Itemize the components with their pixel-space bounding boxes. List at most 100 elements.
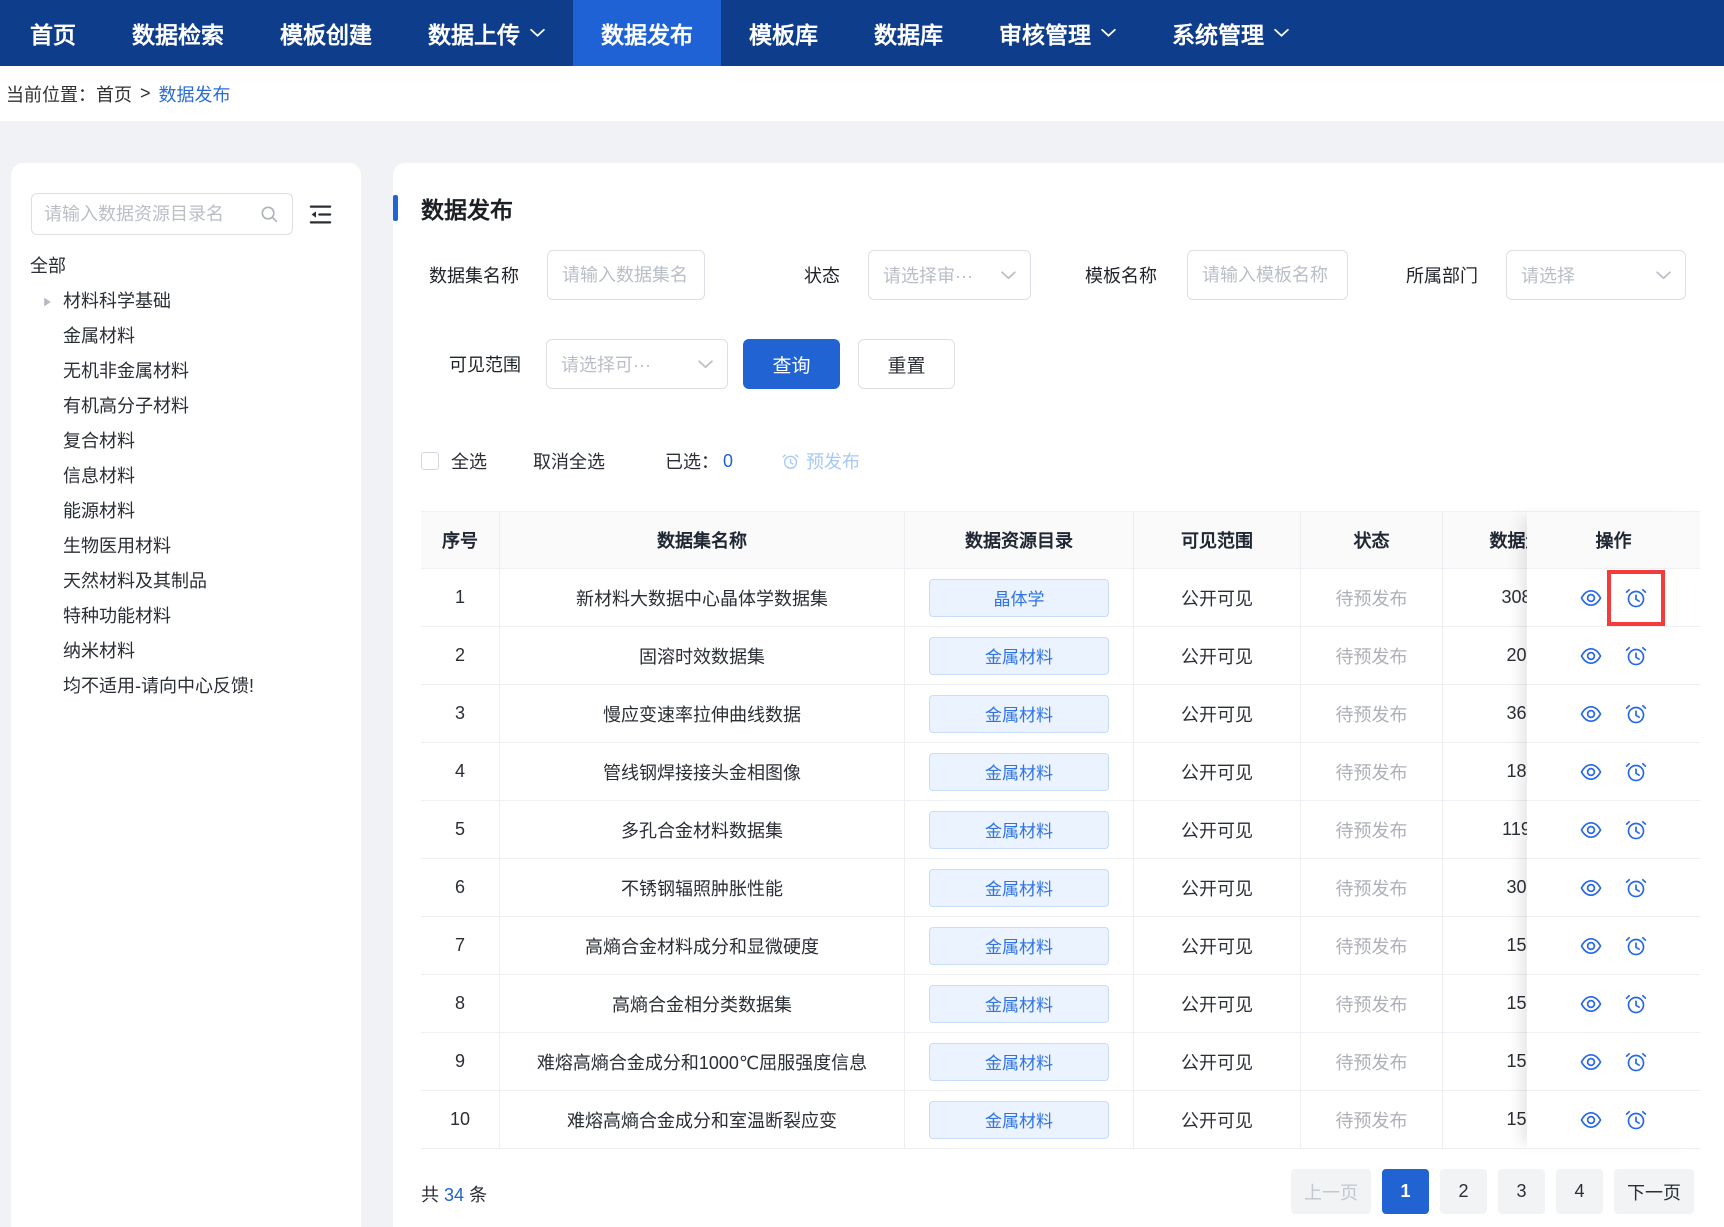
schedule-publish-icon[interactable]: [1624, 1108, 1648, 1132]
cell-index: 5: [421, 801, 500, 858]
sidebar-tree-item-label: 金属材料: [63, 326, 135, 346]
table-scroll-area[interactable]: 序号 数据集名称 数据资源目录 可见范围 状态 数据量 1 新材料大数据中心晶体…: [421, 511, 1527, 1149]
cell-catalog: 金属材料: [905, 975, 1134, 1032]
status-select[interactable]: 请选择审···: [868, 250, 1031, 300]
table-row: 9 难熔高熵合金成分和1000℃屈服强度信息 金属材料 公开可见 待预发布 15: [421, 1033, 1527, 1091]
catalog-tag[interactable]: 金属材料: [929, 1043, 1109, 1081]
nav-item[interactable]: 模板库: [721, 0, 846, 66]
sidebar-tree-item[interactable]: 全部: [11, 249, 361, 284]
prev-page-button[interactable]: 上一页: [1291, 1169, 1371, 1214]
page-button-1[interactable]: 1: [1382, 1169, 1429, 1214]
sidebar-tree-item[interactable]: 均不适用-请向中心反馈!: [11, 669, 361, 704]
department-select[interactable]: 请选择: [1506, 250, 1686, 300]
catalog-tag[interactable]: 金属材料: [929, 811, 1109, 849]
col-header-dataset-name: 数据集名称: [500, 512, 905, 568]
sidebar-tree-item[interactable]: 能源材料: [11, 494, 361, 529]
cell-status: 待预发布: [1301, 1033, 1443, 1090]
cell-count: 15: [1443, 975, 1527, 1032]
schedule-publish-icon[interactable]: [1624, 644, 1648, 668]
cell-dataset-name: 多孔合金材料数据集: [500, 801, 905, 858]
nav-item-label: 审核管理: [999, 16, 1091, 50]
cell-catalog: 金属材料: [905, 685, 1134, 742]
cell-index: 9: [421, 1033, 500, 1090]
nav-item[interactable]: 系统管理: [1144, 0, 1317, 66]
nav-item[interactable]: 模板创建: [252, 0, 400, 66]
view-icon[interactable]: [1579, 702, 1603, 726]
breadcrumb-current[interactable]: 数据发布: [159, 81, 231, 107]
sidebar-tree-item[interactable]: 生物医用材料: [11, 529, 361, 564]
catalog-tag[interactable]: 金属材料: [929, 869, 1109, 907]
cell-catalog: 金属材料: [905, 801, 1134, 858]
nav-item[interactable]: 数据检索: [104, 0, 252, 66]
main-panel: 数据发布 数据集名称 状态 请选择审··· 模板名称 所属部门 请选择 可见范围…: [393, 163, 1724, 1227]
view-icon[interactable]: [1579, 1108, 1603, 1132]
view-icon[interactable]: [1579, 760, 1603, 784]
dataset-name-label: 数据集名称: [429, 262, 519, 288]
view-icon[interactable]: [1579, 586, 1603, 610]
sidebar-tree-item[interactable]: 材料科学基础: [11, 284, 361, 319]
catalog-tag[interactable]: 金属材料: [929, 985, 1109, 1023]
sidebar-tree-item[interactable]: 无机非金属材料: [11, 354, 361, 389]
dataset-name-input[interactable]: [547, 250, 705, 300]
sidebar-tree-item[interactable]: 复合材料: [11, 424, 361, 459]
schedule-publish-icon[interactable]: [1624, 1050, 1648, 1074]
select-all-label[interactable]: 全选: [451, 448, 487, 474]
prepublish-button[interactable]: 预发布: [781, 448, 860, 474]
catalog-search-input[interactable]: [44, 204, 258, 225]
view-icon[interactable]: [1579, 934, 1603, 958]
page-button-4[interactable]: 4: [1556, 1169, 1603, 1214]
sidebar-tree-item[interactable]: 有机高分子材料: [11, 389, 361, 424]
view-icon[interactable]: [1579, 1050, 1603, 1074]
schedule-publish-icon[interactable]: [1624, 702, 1648, 726]
view-icon[interactable]: [1579, 876, 1603, 900]
sidebar-tree-item[interactable]: 天然材料及其制品: [11, 564, 361, 599]
catalog-tag[interactable]: 金属材料: [929, 753, 1109, 791]
sidebar-tree-item[interactable]: 特种功能材料: [11, 599, 361, 634]
schedule-publish-icon[interactable]: [1624, 934, 1648, 958]
visibility-select[interactable]: 请选择可···: [546, 339, 728, 389]
query-button[interactable]: 查询: [743, 339, 840, 389]
view-icon[interactable]: [1579, 992, 1603, 1016]
nav-item[interactable]: 首页: [2, 0, 104, 66]
catalog-tag[interactable]: 金属材料: [929, 1101, 1109, 1139]
schedule-publish-icon[interactable]: [1624, 586, 1648, 610]
nav-item[interactable]: 数据上传: [400, 0, 573, 66]
sidebar-tree-item-label: 无机非金属材料: [63, 361, 189, 381]
page-button-3[interactable]: 3: [1498, 1169, 1545, 1214]
view-icon[interactable]: [1579, 818, 1603, 842]
chevron-down-icon: [698, 360, 713, 369]
catalog-tag[interactable]: 金属材料: [929, 695, 1109, 733]
search-icon[interactable]: [258, 203, 280, 225]
nav-item[interactable]: 数据库: [846, 0, 971, 66]
sidebar-tree-item[interactable]: 信息材料: [11, 459, 361, 494]
cell-catalog: 金属材料: [905, 1091, 1134, 1148]
schedule-publish-icon[interactable]: [1624, 876, 1648, 900]
cell-catalog: 金属材料: [905, 1033, 1134, 1090]
sidebar-tree-item-label: 复合材料: [63, 431, 135, 451]
sidebar-tree-item-label: 天然材料及其制品: [63, 571, 207, 591]
template-name-input[interactable]: [1187, 250, 1348, 300]
reset-button[interactable]: 重置: [858, 339, 955, 389]
next-page-button[interactable]: 下一页: [1614, 1169, 1694, 1214]
nav-item-label: 数据上传: [428, 16, 520, 50]
view-icon[interactable]: [1579, 644, 1603, 668]
deselect-all-button[interactable]: 取消全选: [533, 448, 605, 474]
operation-column-body: [1527, 569, 1700, 1149]
catalog-tag[interactable]: 晶体学: [929, 579, 1109, 617]
nav-item[interactable]: 审核管理: [971, 0, 1144, 66]
table-body: 1 新材料大数据中心晶体学数据集 晶体学 公开可见 待预发布 308 2 固溶时…: [421, 569, 1527, 1149]
nav-item[interactable]: 数据发布: [573, 0, 721, 66]
sidebar-tree-item[interactable]: 纳米材料: [11, 634, 361, 669]
catalog-tag[interactable]: 金属材料: [929, 637, 1109, 675]
schedule-publish-icon[interactable]: [1624, 818, 1648, 842]
collapse-sidebar-icon[interactable]: [307, 201, 334, 228]
schedule-publish-icon[interactable]: [1624, 992, 1648, 1016]
select-all-checkbox[interactable]: [421, 452, 439, 470]
sidebar-tree-item[interactable]: 金属材料: [11, 319, 361, 354]
caret-right-icon[interactable]: [42, 296, 53, 307]
breadcrumb-home[interactable]: 首页: [96, 81, 132, 107]
schedule-publish-icon[interactable]: [1624, 760, 1648, 784]
chevron-down-icon: [530, 28, 545, 38]
catalog-tag[interactable]: 金属材料: [929, 927, 1109, 965]
page-button-2[interactable]: 2: [1440, 1169, 1487, 1214]
